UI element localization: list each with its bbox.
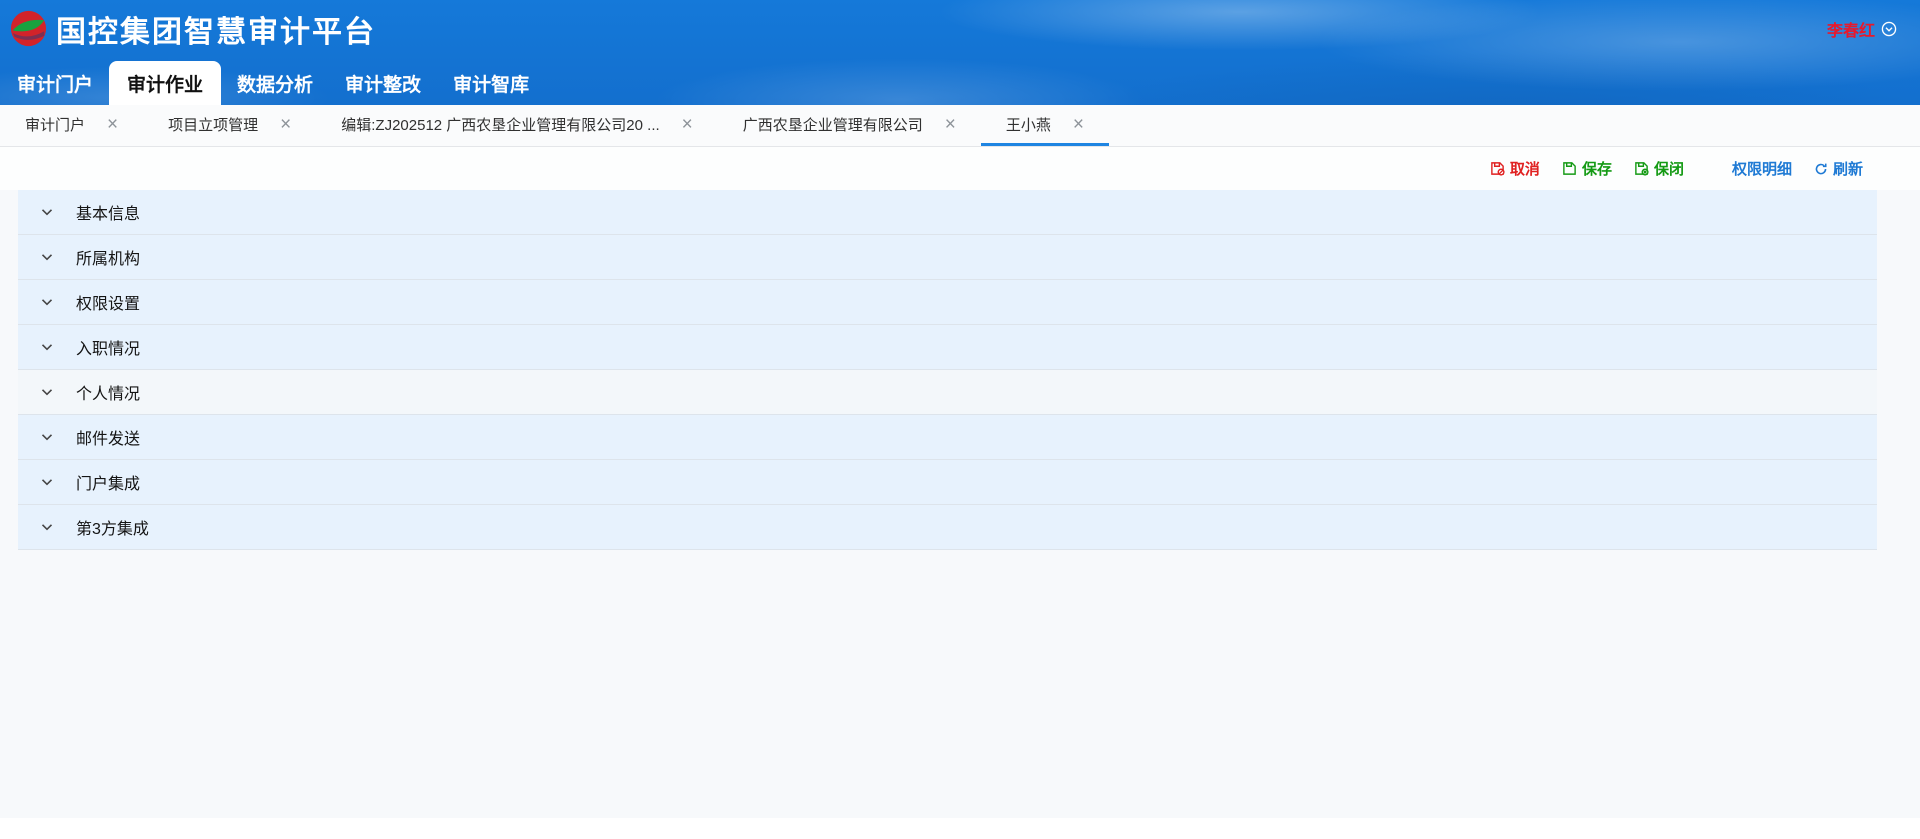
close-icon[interactable]: × — [945, 115, 956, 134]
save-close-icon — [1634, 161, 1649, 176]
refresh-button[interactable]: 刷新 — [1814, 158, 1863, 179]
accordion-label: 基本信息 — [76, 200, 140, 224]
chevron-down-icon — [40, 250, 54, 264]
doc-tab-label: 审计门户 — [25, 114, 85, 135]
refresh-icon — [1814, 162, 1828, 176]
save-icon — [1562, 161, 1577, 176]
accordion-label: 入职情况 — [76, 335, 140, 359]
top-header: 国控集团智慧审计平台 李春红 审计门户 审计作业 数据分析 审计整改 审计智库 — [0, 0, 1920, 105]
doc-tab-wang-xiaoyan[interactable]: 王小燕 × — [981, 105, 1109, 146]
accordion-onboarding[interactable]: 入职情况 — [18, 325, 1877, 370]
accordion-label: 个人情况 — [76, 380, 140, 404]
accordion-label: 权限设置 — [76, 290, 140, 314]
cancel-save-icon — [1490, 161, 1505, 176]
chevron-down-icon — [40, 295, 54, 309]
document-tab-bar: 审计门户 × 项目立项管理 × 编辑:ZJ202512 广西农垦企业管理有限公司… — [0, 105, 1920, 147]
save-close-label: 保闭 — [1654, 158, 1684, 179]
accordion-label: 门户集成 — [76, 470, 140, 494]
user-menu-chevron-down-icon[interactable] — [1881, 21, 1897, 37]
cancel-label: 取消 — [1510, 158, 1540, 179]
chevron-down-icon — [40, 385, 54, 399]
accordion-label: 所属机构 — [76, 245, 140, 269]
accordion-label: 邮件发送 — [76, 425, 140, 449]
nav-item-audit-portal[interactable]: 审计门户 — [1, 61, 109, 105]
chevron-down-icon — [40, 475, 54, 489]
save-button[interactable]: 保存 — [1562, 158, 1612, 179]
close-icon[interactable]: × — [682, 115, 693, 134]
doc-tab-label: 广西农垦企业管理有限公司 — [743, 114, 923, 135]
doc-tab-edit-project[interactable]: 编辑:ZJ202512 广西农垦企业管理有限公司20 ... × — [316, 105, 718, 146]
nav-item-audit-knowledge[interactable]: 审计智库 — [437, 61, 545, 105]
nav-item-data-analysis[interactable]: 数据分析 — [221, 61, 329, 105]
user-name[interactable]: 李春红 — [1827, 17, 1875, 41]
close-icon[interactable]: × — [280, 115, 291, 134]
save-and-close-button[interactable]: 保闭 — [1634, 158, 1684, 179]
cancel-button[interactable]: 取消 — [1490, 158, 1540, 179]
chevron-down-icon — [40, 430, 54, 444]
form-content: 基本信息 所属机构 权限设置 入职情况 个人情况 邮件发送 门户集成 第3方集成 — [0, 190, 1920, 818]
doc-tab-label: 项目立项管理 — [168, 114, 258, 135]
accordion-basic-info[interactable]: 基本信息 — [18, 190, 1877, 235]
accordion-third-party-integration[interactable]: 第3方集成 — [18, 505, 1877, 550]
module-nav: 审计门户 审计作业 数据分析 审计整改 审计智库 — [0, 57, 1920, 105]
form-toolbar: 取消 保存 保闭 权限明细 刷新 — [0, 147, 1920, 190]
permission-detail-label: 权限明细 — [1732, 158, 1792, 179]
accordion-email-sending[interactable]: 邮件发送 — [18, 415, 1877, 460]
chevron-down-icon — [40, 520, 54, 534]
accordion-portal-integration[interactable]: 门户集成 — [18, 460, 1877, 505]
close-icon[interactable]: × — [107, 115, 118, 134]
chevron-down-icon — [40, 340, 54, 354]
doc-tab-audit-portal[interactable]: 审计门户 × — [0, 105, 143, 146]
nav-item-audit-rectify[interactable]: 审计整改 — [329, 61, 437, 105]
title-bar: 国控集团智慧审计平台 李春红 — [0, 0, 1920, 57]
doc-tab-project-setup[interactable]: 项目立项管理 × — [143, 105, 316, 146]
nav-item-audit-work[interactable]: 审计作业 — [109, 61, 221, 105]
save-label: 保存 — [1582, 158, 1612, 179]
accordion-permission-settings[interactable]: 权限设置 — [18, 280, 1877, 325]
permission-detail-button[interactable]: 权限明细 — [1732, 158, 1792, 179]
accordion-label: 第3方集成 — [76, 515, 149, 539]
doc-tab-label: 王小燕 — [1006, 114, 1051, 135]
page-title: 国控集团智慧审计平台 — [56, 7, 376, 51]
chevron-down-icon — [40, 205, 54, 219]
accordion-personal-info[interactable]: 个人情况 — [18, 370, 1877, 415]
accordion-organization[interactable]: 所属机构 — [18, 235, 1877, 280]
close-icon[interactable]: × — [1073, 115, 1084, 134]
app-logo-icon — [10, 10, 47, 47]
doc-tab-label: 编辑:ZJ202512 广西农垦企业管理有限公司20 ... — [341, 114, 659, 135]
doc-tab-company[interactable]: 广西农垦企业管理有限公司 × — [718, 105, 981, 146]
refresh-label: 刷新 — [1833, 158, 1863, 179]
